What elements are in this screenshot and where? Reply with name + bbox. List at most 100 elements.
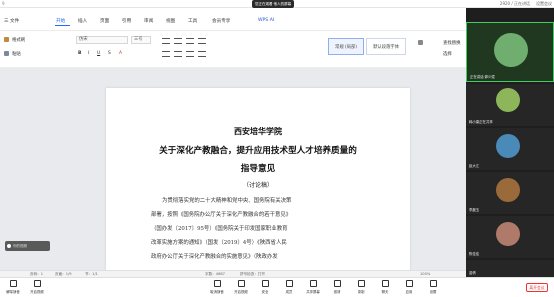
- ctrl-button[interactable]: 取消静音: [206, 280, 228, 294]
- meeting-id: 9: [2, 1, 5, 6]
- meeting-control-bar: 解除静音 开启视频 取消静音 开启视频 安全 成员 共享屏幕 邀请 录制 聊天 …: [0, 277, 554, 297]
- shield-icon: [261, 280, 269, 287]
- status-bar: 页码：1 页面：1/9 节：1/1 字数：4687 拼写检查：打开 100%: [0, 270, 466, 277]
- camera-icon: [33, 280, 41, 287]
- font-color-button[interactable]: A: [119, 51, 122, 56]
- tab-review[interactable]: 审阅: [144, 18, 153, 24]
- tab-home[interactable]: 开始: [56, 18, 65, 24]
- doc-subtitle: （讨论稿）: [242, 182, 273, 189]
- meeting-settings-link[interactable]: 设置会议: [536, 1, 552, 7]
- ctrl-label: 聊天: [381, 290, 389, 294]
- ctrl-label: 共享屏幕: [306, 290, 320, 294]
- doc-paragraph-line: 部署，按照《国务院办公厅关于深化产教融合的若干意见》: [151, 212, 292, 218]
- ctrl-button[interactable]: 录制: [350, 280, 372, 294]
- participant-tile[interactable]: 正在讲话·郭少斌: [466, 22, 554, 82]
- chat-icon: [381, 280, 389, 287]
- document-page[interactable]: 西安培华学院 关于深化产教融合，提升应用技术型人才培养质量的 指导意见 （讨论稿…: [106, 88, 410, 278]
- members-icon: [285, 280, 293, 287]
- style-default-paragraph[interactable]: 默认段落字体: [366, 38, 406, 55]
- doc-paragraph-line: 为贯彻落实党的二十大精神和党中央、国务院有关决策: [162, 198, 292, 204]
- tab-member[interactable]: 会员专享: [212, 18, 230, 24]
- invite-icon: [333, 280, 341, 287]
- share-screen-icon: [309, 280, 317, 287]
- outdent-icon[interactable]: [186, 38, 194, 44]
- ctrl-label: 应用: [405, 290, 413, 294]
- participant-tile[interactable]: 陈佳佳: [466, 216, 554, 258]
- participant-tile[interactable]: 李晨玉: [466, 172, 554, 214]
- microphone-icon: [9, 280, 17, 287]
- ctrl-button[interactable]: 邀请: [326, 280, 348, 294]
- tab-references[interactable]: 引用: [122, 18, 131, 24]
- tab-view[interactable]: 视图: [166, 18, 175, 24]
- participant-avatar: [496, 178, 520, 202]
- styles-icon: [418, 40, 423, 45]
- find-replace-button[interactable]: 查找替换: [443, 40, 461, 46]
- ctrl-button[interactable]: 聊天: [374, 280, 396, 294]
- ctrl-label: 取消静音: [210, 290, 224, 294]
- align-left-icon[interactable]: [162, 51, 170, 57]
- doc-paragraph-line: （国办发〔2017〕95号）《国务院关于印发国家职业教育: [151, 226, 288, 232]
- italic-button[interactable]: I: [88, 51, 89, 56]
- participant-tile[interactable]: 苗倩: [466, 260, 554, 277]
- tab-tools[interactable]: 工具: [188, 18, 197, 24]
- select-button[interactable]: 选择: [443, 51, 452, 57]
- speaking-indicator: 2920 / 正在讲话: [499, 1, 530, 6]
- record-icon: [357, 280, 365, 287]
- ctrl-button[interactable]: 设置: [422, 280, 444, 294]
- participants-panel: 正在讲话·郭少斌 韩小康正在共享 赵大江 李晨玉 陈佳佳 苗倩: [466, 8, 554, 277]
- ctrl-button[interactable]: 成员: [278, 280, 300, 294]
- meeting-topbar: 9 您正在观看 他人的屏幕 2920 / 正在讲话 设置会议: [0, 0, 554, 8]
- paste-icon: [4, 51, 9, 56]
- sharing-banner[interactable]: 您正在观看 他人的屏幕: [252, 0, 295, 8]
- wps-menubar: 三 文件 开始 插入 页面 引用 审阅 视图 工具 会员专享 WPS AI: [0, 8, 466, 31]
- font-name-select[interactable]: 仿宋: [76, 36, 128, 44]
- ctrl-button[interactable]: 开启视频: [230, 280, 252, 294]
- video-button[interactable]: 开启视频: [26, 280, 48, 294]
- doc-title-line1: 关于深化产教融合，提升应用技术型人才培养质量的: [159, 146, 357, 156]
- screen: { "topbar": { "left": "9", "center": "您正…: [0, 0, 554, 297]
- strikethrough-button[interactable]: S: [108, 51, 111, 56]
- ctrl-label: 邀请: [333, 290, 341, 294]
- meeting-topbar-right: 2920 / 正在讲话 设置会议: [500, 1, 552, 7]
- font-size-select[interactable]: 三号: [131, 36, 151, 44]
- ctrl-button[interactable]: 应用: [398, 280, 420, 294]
- participant-tile[interactable]: 韩小康正在共享: [466, 84, 554, 126]
- document-area[interactable]: 西安培华学院 关于深化产教融合，提升应用技术型人才培养质量的 指导意见 （讨论稿…: [0, 68, 466, 278]
- numbering-icon[interactable]: [174, 38, 182, 44]
- participant-avatar: [494, 33, 528, 67]
- bullets-icon[interactable]: [162, 38, 170, 44]
- format-painter-icon: [4, 37, 9, 42]
- underline-button[interactable]: U: [97, 51, 100, 56]
- leave-meeting-button[interactable]: 离开会议: [526, 283, 548, 292]
- settings-icon: [429, 280, 437, 287]
- active-tab-underline: [55, 25, 70, 26]
- video-icon: [237, 280, 245, 287]
- ctrl-button[interactable]: 共享屏幕: [302, 280, 324, 294]
- style-regular[interactable]: 常规 (局部): [328, 38, 364, 55]
- file-menu[interactable]: 三 文件: [4, 18, 19, 24]
- ctrl-label: 成员: [285, 290, 293, 294]
- tab-page[interactable]: 页面: [100, 18, 109, 24]
- justify-icon[interactable]: [198, 51, 206, 57]
- bold-button[interactable]: B: [78, 51, 81, 56]
- paragraph-group: [160, 36, 310, 60]
- unmute-icon: [213, 280, 221, 287]
- ctrl-button[interactable]: 安全: [254, 280, 276, 294]
- mute-button[interactable]: 解除静音: [2, 280, 24, 294]
- participant-name: 正在讲话·郭少斌: [470, 75, 495, 79]
- align-center-icon[interactable]: [174, 51, 182, 57]
- mute-label: 解除静音: [6, 290, 20, 294]
- participant-name: 李晨玉: [469, 208, 480, 212]
- zoom-level[interactable]: 100%: [420, 272, 430, 276]
- self-video-overlay[interactable]: 你的视频: [5, 241, 50, 251]
- indent-icon[interactable]: [198, 38, 206, 44]
- participant-tile[interactable]: 赵大江: [466, 128, 554, 170]
- participant-name: 韩小康正在共享: [469, 120, 493, 124]
- wps-ai-button[interactable]: WPS AI: [258, 18, 274, 23]
- format-painter-button[interactable]: 格式刷: [12, 37, 25, 43]
- doc-paragraph-line: 政府办公厅关于深化产教融合的实施意见》（陕政办发: [151, 254, 278, 260]
- doc-title-line2: 指导意见: [240, 164, 276, 174]
- align-right-icon[interactable]: [186, 51, 194, 57]
- paste-button[interactable]: 粘贴: [12, 51, 21, 57]
- tab-insert[interactable]: 插入: [78, 18, 87, 24]
